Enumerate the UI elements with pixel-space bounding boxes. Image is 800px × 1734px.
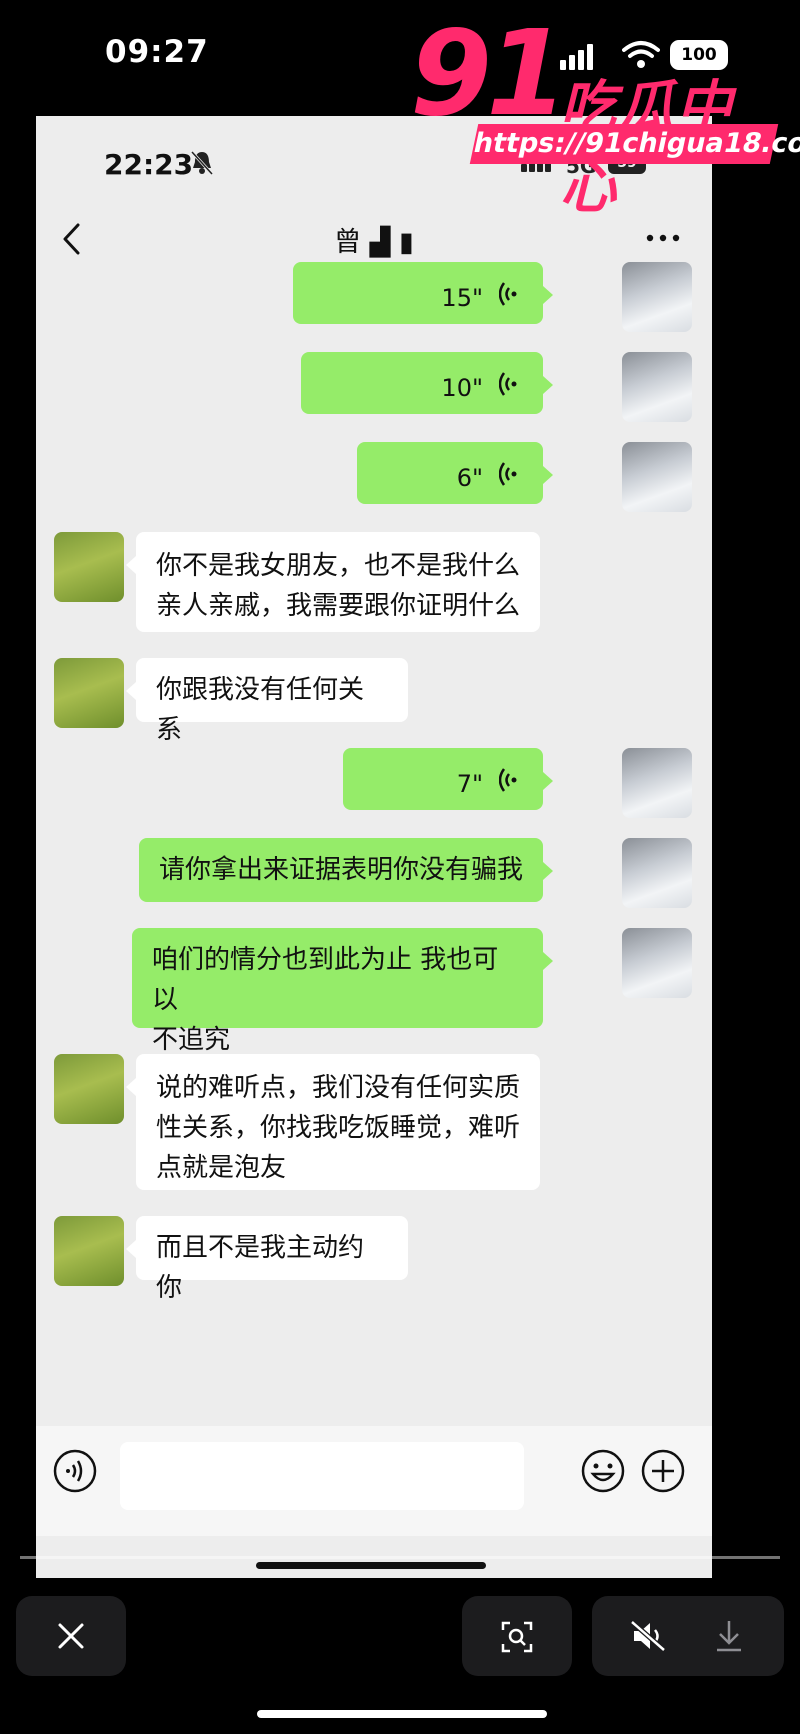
text-message[interactable]: 请你拿出来证据表明你没有骗我: [139, 838, 553, 902]
contact-avatar[interactable]: [54, 532, 124, 602]
chat-title: 曾 ▟ ▮: [334, 227, 414, 258]
chat-input-bar: [36, 1426, 712, 1536]
voice-wave-icon: [499, 372, 517, 396]
message-line: 亲人亲戚，我需要跟你证明什么: [156, 591, 521, 621]
contact-avatar[interactable]: [54, 1216, 124, 1286]
voice-wave-icon: [499, 768, 517, 792]
media-scrubber[interactable]: [20, 1556, 780, 1559]
voice-duration: 10": [441, 374, 483, 402]
more-icon[interactable]: [646, 234, 680, 242]
inner-clock: 22:23: [104, 148, 194, 181]
message-line: 说的难听点，我们没有任何实质: [156, 1073, 521, 1103]
watermark-url: https://91chigua18.com: [469, 124, 800, 164]
voice-message[interactable]: 7": [343, 748, 553, 810]
text-message[interactable]: 你不是我女朋友，也不是我什么 亲人亲戚，我需要跟你证明什么: [126, 532, 540, 632]
my-avatar[interactable]: [622, 262, 692, 332]
inner-home-indicator: [256, 1562, 486, 1569]
media-controls: [592, 1596, 784, 1676]
message-line: 而且不是我主动约你: [156, 1233, 365, 1303]
watermark-number: 91: [410, 4, 568, 142]
text-message[interactable]: 你跟我没有任何关系: [126, 658, 408, 745]
my-avatar[interactable]: [622, 442, 692, 512]
viewer-toolbar: [0, 1590, 800, 1734]
voice-wave-icon: [499, 462, 517, 486]
message-line: 你跟我没有任何关系: [156, 675, 365, 745]
voice-duration: 15": [441, 284, 483, 312]
home-indicator[interactable]: [257, 1710, 547, 1718]
text-message[interactable]: 咱们的情分也到此为止 我也可以 不追究: [132, 928, 553, 1055]
chat-screenshot: 22:23 5G 59 曾 ▟ ▮ 15": [36, 116, 712, 1578]
plus-icon[interactable]: [640, 1448, 686, 1494]
my-avatar[interactable]: [622, 352, 692, 422]
close-icon: [58, 1623, 84, 1649]
voice-duration: 7": [456, 770, 483, 798]
scan-icon: [501, 1621, 533, 1653]
text-message[interactable]: 而且不是我主动约你: [126, 1216, 408, 1303]
voice-message[interactable]: 10": [301, 352, 553, 414]
voice-message[interactable]: 15": [293, 262, 553, 324]
message-line: 你不是我女朋友，也不是我什么: [156, 551, 521, 581]
message-line: 请你拿出来证据表明你没有骗我: [159, 855, 524, 885]
close-button[interactable]: [16, 1596, 126, 1676]
message-line: 咱们的情分也到此为止 我也可以: [152, 945, 499, 1015]
emoji-icon[interactable]: [580, 1448, 626, 1494]
bell-icon: [190, 150, 214, 176]
voice-duration: 6": [456, 464, 483, 492]
voice-icon[interactable]: [52, 1448, 98, 1494]
contact-avatar[interactable]: [54, 1054, 124, 1124]
mute-icon[interactable]: [630, 1620, 666, 1652]
voice-wave-icon: [499, 282, 517, 306]
text-message[interactable]: 说的难听点，我们没有任何实质 性关系，你找我吃饭睡觉，难听 点就是泡友: [126, 1054, 540, 1190]
my-avatar[interactable]: [622, 928, 692, 998]
contact-avatar[interactable]: [54, 658, 124, 728]
download-icon[interactable]: [714, 1618, 744, 1654]
scan-button[interactable]: [462, 1596, 572, 1676]
message-line: 点就是泡友: [156, 1153, 287, 1183]
my-avatar[interactable]: [622, 748, 692, 818]
message-input[interactable]: [120, 1442, 524, 1510]
voice-message[interactable]: 6": [357, 442, 553, 504]
watermark-logo: 91 吃瓜中心 https://91chigua18.com: [410, 4, 800, 221]
my-avatar[interactable]: [622, 838, 692, 908]
message-line: 性关系，你找我吃饭睡觉，难听: [156, 1113, 521, 1143]
outer-clock: 09:27: [105, 34, 209, 70]
